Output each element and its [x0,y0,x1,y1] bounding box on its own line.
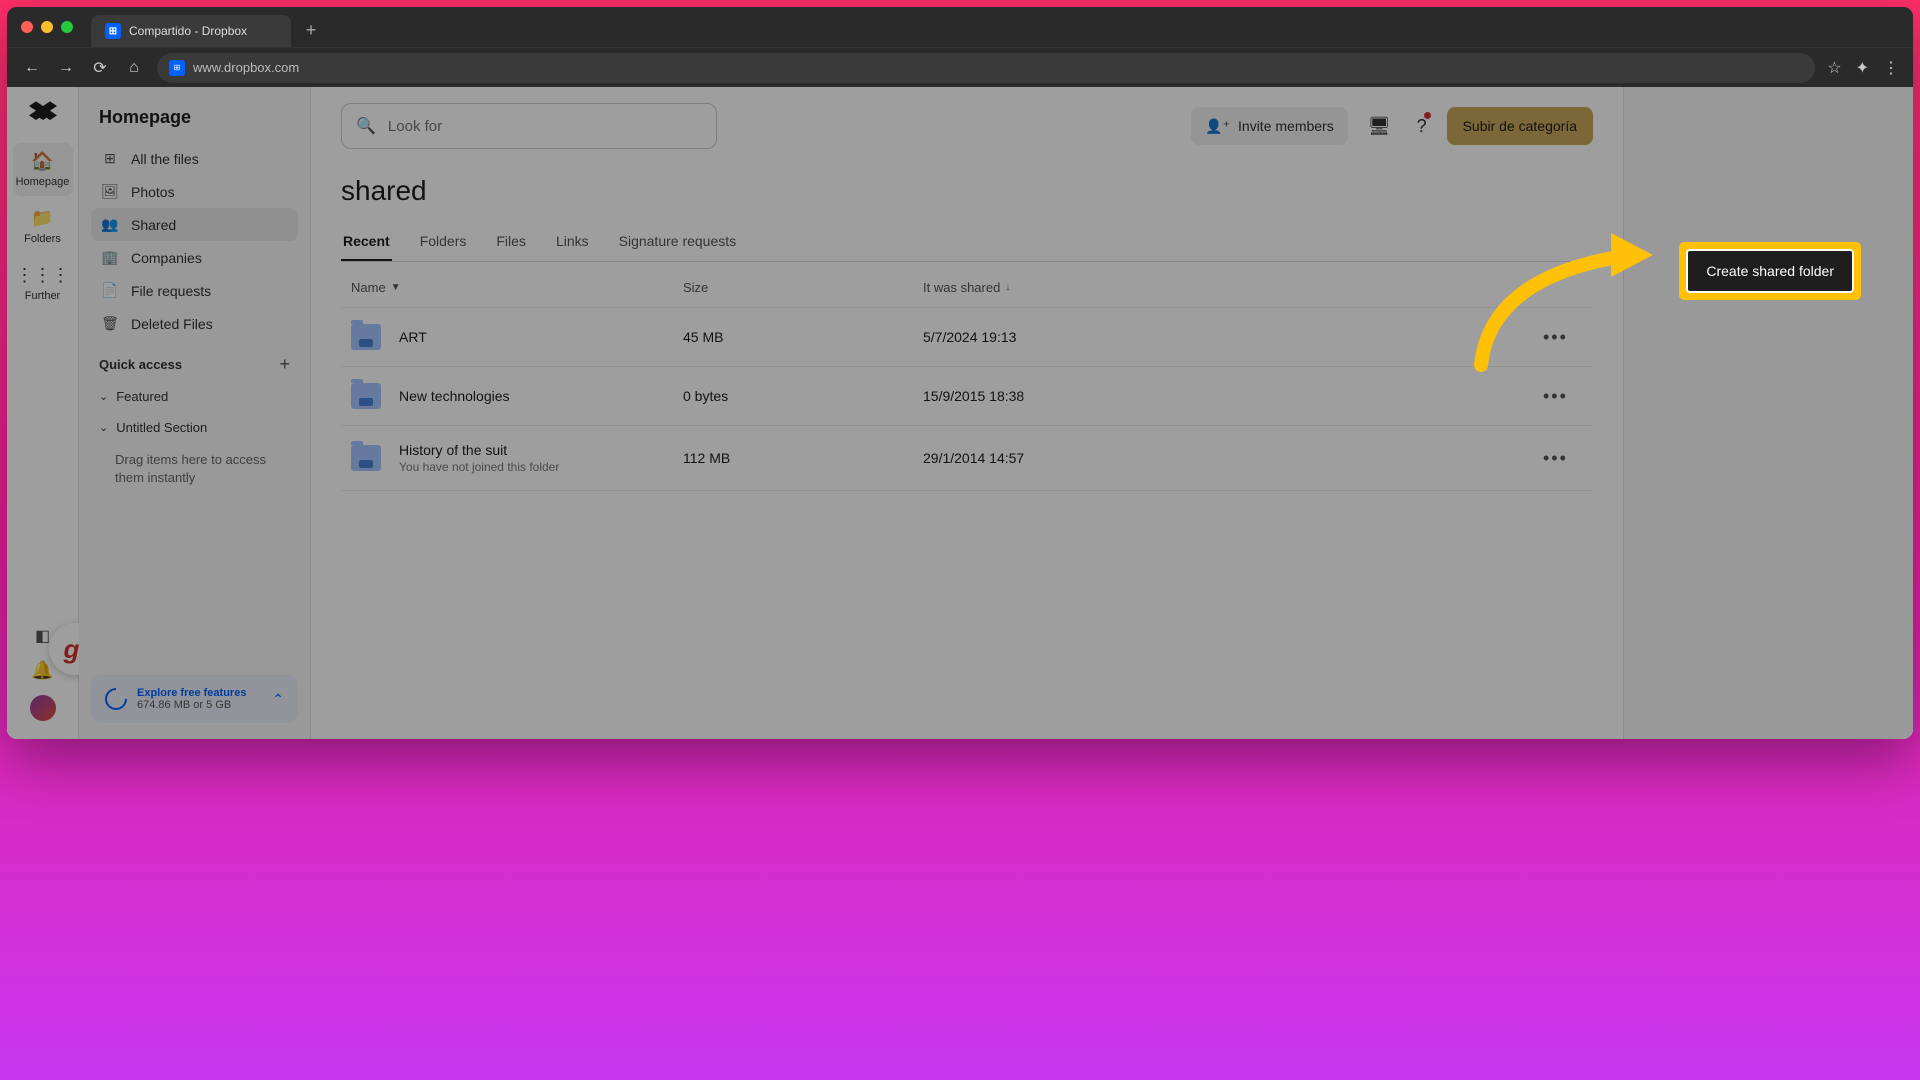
annotation-arrow-icon [1461,215,1671,375]
column-name[interactable]: Name▼ [351,280,683,295]
shared-folder-icon [351,324,381,350]
chevron-down-icon: ⌄ [99,390,108,403]
left-rail: 🏠 Homepage 📁 Folders ⋮⋮⋮ Further ◧ 🔔 g. … [7,87,79,739]
content-tabs: Recent Folders Files Links Signature req… [341,223,1593,262]
rail-further[interactable]: ⋮⋮⋮ Further [13,257,73,310]
sidebar-item-photos[interactable]: 🖼Photos [91,175,298,208]
back-button[interactable]: ← [21,59,43,77]
table-row[interactable]: New technologies 0 bytes 15/9/2015 18:38… [341,366,1593,425]
trash-icon: 🗑 [101,315,119,332]
traffic-lights [21,21,73,33]
quick-access-add-button[interactable]: + [279,354,290,375]
url-bar[interactable]: ⊞ www.dropbox.com [157,53,1815,83]
dropbox-logo-icon [29,101,57,125]
tab-links[interactable]: Links [554,223,591,261]
sidebar-item-shared[interactable]: 👥Shared [91,208,298,241]
sidebar-item-deleted[interactable]: 🗑Deleted Files [91,307,298,340]
sidebar-panel: Homepage ⊞All the files 🖼Photos 👥Shared … [79,87,311,739]
titlebar: ⊞ Compartido - Dropbox + [7,7,1913,47]
tab-files[interactable]: Files [494,223,528,261]
row-more-button[interactable]: ••• [1543,448,1568,468]
close-window-button[interactable] [21,21,33,33]
row-more-button[interactable]: ••• [1543,386,1568,406]
reload-button[interactable]: ⟳ [89,58,111,78]
tab-folders[interactable]: Folders [418,223,469,261]
create-shared-folder-button[interactable]: Create shared folder [1686,249,1854,293]
chevron-up-icon: ⌃ [272,691,284,708]
people-icon: 👥 [101,216,119,233]
browser-toolbar: ← → ⟳ ⌂ ⊞ www.dropbox.com ☆ ✦ ⋮ [7,47,1913,87]
help-icon[interactable]: ? [1411,110,1433,143]
progress-ring-icon [100,683,131,714]
rail-folders[interactable]: 📁 Folders [13,200,73,253]
new-tab-button[interactable]: + [297,16,325,44]
search-icon: 🔍 [356,116,376,136]
create-shared-folder-highlight: Create shared folder [1679,242,1861,300]
browser-window: ⊞ Compartido - Dropbox + ← → ⟳ ⌂ ⊞ www.d… [7,7,1913,739]
table-row[interactable]: History of the suitYou have not joined t… [341,425,1593,491]
sort-arrow-down-icon: ↓ [1005,282,1010,293]
sidebar-item-companies[interactable]: 🏢Companies [91,241,298,274]
person-add-icon: 👤⁺ [1205,118,1230,135]
folder-icon: 📁 [31,208,53,229]
right-panel [1623,87,1913,739]
table-header: Name▼ Size It was shared↓ [341,262,1593,307]
grid-icon: ⊞ [101,150,119,167]
chevron-down-icon: ⌄ [99,421,108,434]
maximize-window-button[interactable] [61,21,73,33]
explore-features-card[interactable]: Explore free features 674.86 MB or 5 GB … [91,675,298,723]
invite-members-button[interactable]: 👤⁺ Invite members [1191,107,1348,145]
desktop-app-icon[interactable]: 🖥 [1362,110,1397,143]
untitled-section-toggle[interactable]: ⌄Untitled Section [91,412,298,443]
minimize-window-button[interactable] [41,21,53,33]
sort-arrow-down-icon: ▼ [391,282,401,293]
sidebar-title: Homepage [91,103,298,142]
apps-grid-icon: ⋮⋮⋮ [16,265,70,286]
sidebar-item-file-requests[interactable]: 📄File requests [91,274,298,307]
page-title: shared [341,165,1593,223]
dropbox-favicon: ⊞ [105,23,121,39]
upgrade-button[interactable]: Subir de categoría [1447,107,1593,145]
column-shared[interactable]: It was shared↓ [923,280,1543,295]
notifications-bell-icon[interactable]: 🔔 [31,660,53,681]
browser-tab[interactable]: ⊞ Compartido - Dropbox [91,15,291,47]
table-row[interactable]: ART 45 MB 5/7/2024 19:13 ••• [341,307,1593,366]
browser-menu-icon[interactable]: ⋮ [1883,58,1899,78]
image-icon: 🖼 [101,183,119,200]
home-icon: 🏠 [31,151,53,172]
site-identity-icon: ⊞ [169,60,185,76]
tab-recent[interactable]: Recent [341,223,392,261]
rail-homepage[interactable]: 🏠 Homepage [13,143,73,196]
main-header: 🔍 👤⁺ Invite members 🖥 ? Subir de categor… [341,87,1593,165]
bookmark-star-icon[interactable]: ☆ [1827,58,1841,78]
shared-folder-icon [351,383,381,409]
notification-dot [1424,112,1431,119]
sidebar-item-all-files[interactable]: ⊞All the files [91,142,298,175]
tab-signature-requests[interactable]: Signature requests [617,223,739,261]
home-button[interactable]: ⌂ [123,59,145,77]
main-content: 🔍 👤⁺ Invite members 🖥 ? Subir de categor… [311,87,1623,739]
building-icon: 🏢 [101,249,119,266]
column-size[interactable]: Size [683,280,923,295]
sidebar-toggle-icon[interactable]: ◧ [35,626,50,646]
search-input[interactable] [388,118,702,135]
extensions-icon[interactable]: ✦ [1856,58,1869,78]
tab-title: Compartido - Dropbox [129,24,247,38]
url-text: www.dropbox.com [193,60,299,75]
search-box[interactable]: 🔍 [341,103,717,149]
user-avatar[interactable] [30,695,56,721]
shared-folder-icon [351,445,381,471]
quick-access-section: Quick access + [91,340,298,381]
file-icon: 📄 [101,282,119,299]
drag-hint-text: Drag items here to access them instantly [91,443,298,495]
featured-section-toggle[interactable]: ⌄Featured [91,381,298,412]
forward-button[interactable]: → [55,59,77,77]
